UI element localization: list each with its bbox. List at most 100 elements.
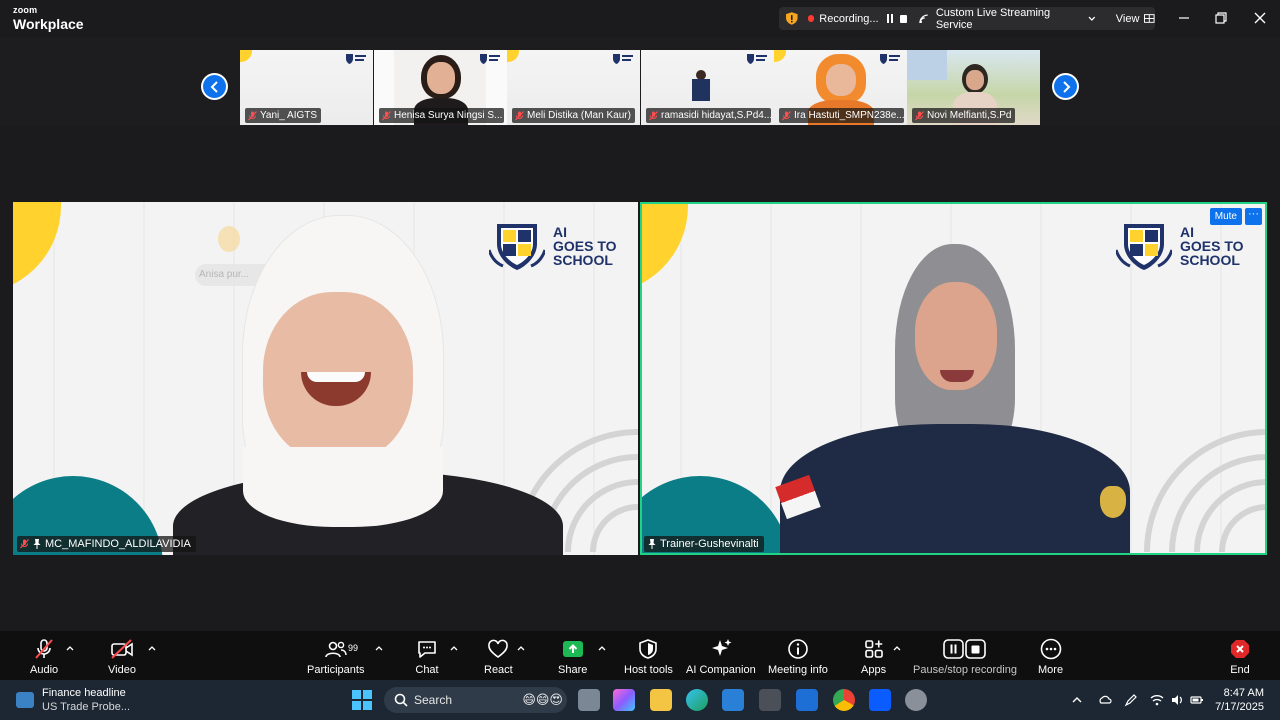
video-options-caret-icon[interactable] [148,645,156,651]
next-page-button[interactable] [1052,73,1079,100]
chevron-up-icon[interactable] [1070,693,1084,707]
participant-teeth [307,372,365,382]
chat-button[interactable]: Chat [415,637,439,676]
wifi-icon[interactable] [1150,693,1164,707]
app-icon[interactable] [759,689,781,711]
minimize-window-icon[interactable] [1175,9,1193,27]
main-video-left[interactable]: Anisa pur... AI GOES TO SCHOOL MC_MAFIND… [13,202,638,555]
muted-mic-icon [649,110,658,120]
file-explorer-icon[interactable] [650,689,672,711]
participant-tile[interactable]: Novi Melfianti,S.Pd [907,50,1040,125]
apps-button[interactable]: Apps [861,637,886,676]
stop-recording-icon[interactable] [899,14,908,23]
pen-icon[interactable] [1124,693,1138,707]
ai-goes-to-school-logo-icon [480,54,500,64]
system-clock[interactable]: 8:47 AM 7/17/2025 [1215,686,1264,714]
share-label: Share [558,664,588,676]
edge-browser-icon[interactable] [686,689,708,711]
emblem-patch-icon [1100,486,1126,518]
participant-hijab-lower [243,447,443,527]
clock-date: 7/17/2025 [1215,701,1264,713]
chrome-browser-icon[interactable] [833,689,855,711]
participant-face [826,64,856,96]
view-button[interactable]: View [1116,13,1140,25]
info-icon [788,639,808,659]
recording-dot-icon [807,15,815,22]
zoom-app-icon[interactable] [869,689,891,711]
host-tools-label: Host tools [624,664,673,676]
participant-name-tag: Trainer-Gushevinalti [644,536,764,552]
pause-stop-recording-label: Pause/stop recording [913,664,1017,676]
share-options-caret-icon[interactable] [598,645,606,651]
participant-name-tag: Yani_ AIGTS [245,108,322,123]
copilot-icon[interactable] [613,689,635,711]
muted-mic-icon [915,110,924,120]
participant-face [427,62,455,94]
windows-start-icon[interactable] [352,690,372,710]
audio-button[interactable]: Audio [30,637,58,676]
chevron-down-icon[interactable] [1088,16,1096,22]
react-button[interactable]: React [484,637,513,676]
end-meeting-button[interactable]: End [1228,637,1252,676]
security-shield-icon[interactable] [786,12,798,25]
school-crest-icon [1116,224,1172,270]
news-widget[interactable]: Finance headline US Trade Probe... [16,686,130,714]
participant-name: Meli Distika (Man Kaur) [527,110,631,121]
participant-name-tag: ramasidi hidayat,S.Pd4... [646,108,771,123]
logo-text-line: GOES TO [553,238,617,254]
logo-text-line: AI [1180,224,1194,240]
participant-name: Novi Melfianti,S.Pd [927,110,1012,121]
participant-tile[interactable]: ramasidi hidayat,S.Pd4... [641,50,774,125]
participants-label: Participants [307,664,365,676]
meeting-info-button[interactable]: Meeting info [768,637,828,676]
react-options-caret-icon[interactable] [517,645,525,651]
apps-options-caret-icon[interactable] [893,645,901,651]
audio-options-caret-icon[interactable] [66,645,74,651]
participant-more-button[interactable]: ··· [1245,208,1262,225]
meeting-info-label: Meeting info [768,664,828,676]
main-video-right[interactable]: AI GOES TO SCHOOL Mute ··· Trainer-Gushe… [640,202,1267,555]
mute-participant-button[interactable]: Mute [1209,208,1242,225]
host-tools-button[interactable]: Host tools [624,637,673,676]
participant-figure [692,79,710,101]
muted-mic-icon [382,110,391,120]
close-window-icon[interactable] [1251,9,1269,27]
background-banner [907,50,947,80]
share-button[interactable]: Share [558,637,587,676]
logo-text: AI GOES TO SCHOOL [553,225,617,267]
search-placeholder: Search [414,693,453,707]
participant-face [966,70,984,90]
more-button[interactable]: More [1038,637,1063,676]
participant-tile[interactable]: Meli Distika (Man Kaur) [507,50,640,125]
restore-window-icon[interactable] [1212,9,1230,27]
school-crest-icon [489,224,545,270]
cloud-icon[interactable] [1098,693,1112,707]
grid-view-icon[interactable] [1144,14,1156,23]
ai-companion-button[interactable]: AI Companion [686,637,756,676]
app-icon[interactable] [796,689,818,711]
microsoft-store-icon[interactable] [722,689,744,711]
decorative-shape [240,50,252,62]
participant-tile[interactable]: Henisa Surya Ningsi S... [374,50,507,125]
zoom-workplace-logo: zoom Workplace [13,6,84,32]
live-stream-label[interactable]: Custom Live Streaming Service [936,7,1084,31]
logo-text: AI GOES TO SCHOOL [1180,225,1244,267]
pause-stop-recording-button[interactable]: Pause/stop recording [913,637,1017,676]
settings-gear-icon[interactable] [905,689,927,711]
task-view-icon[interactable] [578,689,600,711]
participant-name-tag: Ira Hastuti_SMPN238e... [779,108,904,123]
participants-options-caret-icon[interactable] [375,645,383,651]
react-label: React [484,664,513,676]
taskbar-search[interactable]: Search 😄😄😍 [384,687,567,713]
participant-name: Yani_ AIGTS [260,110,318,121]
participant-tile[interactable]: Ira Hastuti_SMPN238e... [774,50,907,125]
battery-icon[interactable] [1190,693,1204,707]
pause-recording-icon[interactable] [886,14,893,23]
previous-page-button[interactable] [201,73,228,100]
participant-tile[interactable]: Yani_ AIGTS [240,50,373,125]
jacket-print [1008,480,1064,530]
video-button[interactable]: Video [108,637,136,676]
volume-icon[interactable] [1170,693,1184,707]
participant-name-tag: Novi Melfianti,S.Pd [912,108,1016,123]
chat-options-caret-icon[interactable] [450,645,458,651]
